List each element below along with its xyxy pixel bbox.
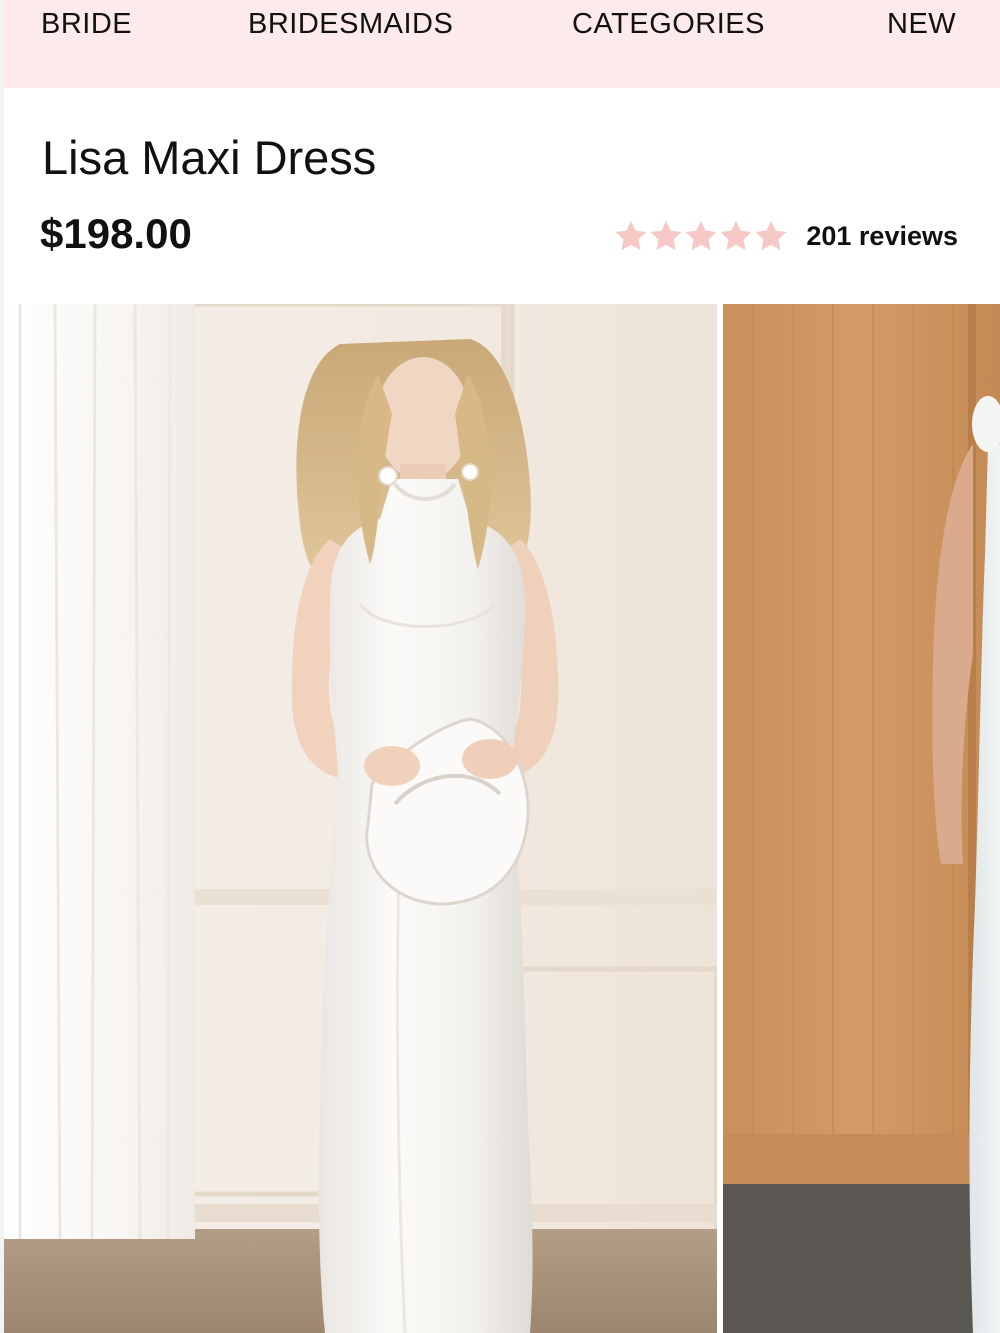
page-edge — [0, 0, 4, 1333]
product-gallery — [0, 304, 1000, 1333]
star-icon — [718, 218, 754, 254]
nav-item-new[interactable]: NEW — [887, 8, 956, 41]
product-title: Lisa Maxi Dress — [42, 131, 377, 184]
product-price: $198.00 — [40, 210, 192, 257]
page: BRIDE BRIDESMAIDS CATEGORIES NEW Lisa Ma… — [0, 0, 1000, 1333]
nav-item-bridesmaids[interactable]: BRIDESMAIDS — [248, 8, 453, 41]
reviews-count-link[interactable]: 201 reviews — [806, 221, 958, 252]
nav-item-categories[interactable]: CATEGORIES — [572, 8, 765, 41]
star-icon — [683, 218, 719, 254]
rating-summary[interactable]: 201 reviews — [613, 214, 958, 258]
star-icon — [613, 218, 649, 254]
product-photo-front[interactable] — [0, 304, 717, 1333]
star-rating — [613, 218, 788, 254]
product-photo-back[interactable] — [723, 304, 1000, 1333]
star-icon — [648, 218, 684, 254]
star-icon — [753, 218, 789, 254]
top-nav: BRIDE BRIDESMAIDS CATEGORIES NEW — [0, 0, 1000, 88]
nav-item-bride[interactable]: BRIDE — [41, 8, 132, 41]
